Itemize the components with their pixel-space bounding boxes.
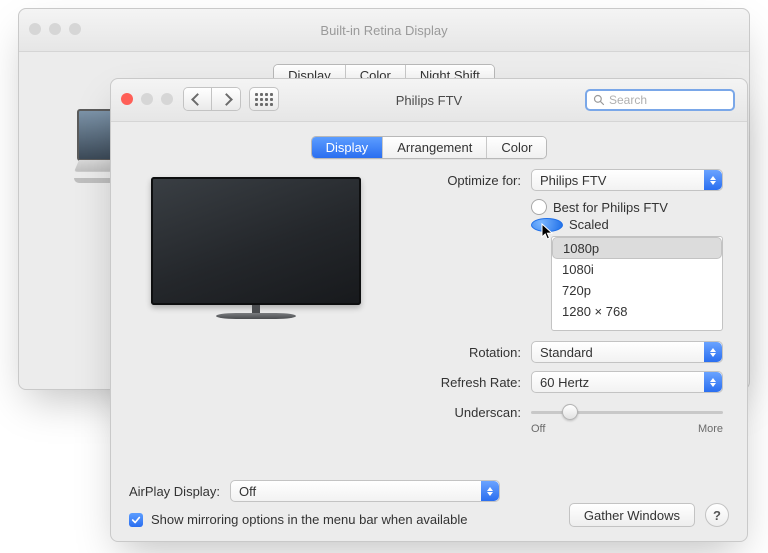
front-body: Optimize for: Philips FTV Best for Phili… — [111, 169, 747, 455]
front-tabs-row: Display Arrangement Color — [111, 122, 747, 169]
stepper-icon — [704, 170, 722, 190]
maximize-icon[interactable] — [69, 23, 81, 35]
rotation-select[interactable]: Standard — [531, 341, 723, 363]
underscan-slider[interactable]: Off More — [531, 401, 723, 423]
maximize-icon[interactable] — [161, 93, 173, 105]
chevron-right-icon — [220, 93, 233, 106]
back-window-title: Built-in Retina Display — [320, 23, 447, 38]
rotation-row: Rotation: Standard — [425, 341, 723, 363]
radio-best[interactable] — [531, 199, 547, 215]
front-segmented-control[interactable]: Display Arrangement Color — [311, 136, 548, 159]
radio-scaled-label: Scaled — [569, 217, 609, 232]
resolution-list[interactable]: 1080p 1080i 720p 1280 × 768 — [551, 236, 723, 331]
chevron-left-icon — [191, 93, 204, 106]
gather-windows-button[interactable]: Gather Windows — [569, 503, 695, 527]
refresh-select[interactable]: 60 Hertz — [531, 371, 723, 393]
minimize-icon[interactable] — [141, 93, 153, 105]
search-icon — [593, 94, 605, 106]
tv-illustration — [151, 177, 361, 319]
close-icon[interactable] — [121, 93, 133, 105]
resolution-option[interactable]: 720p — [552, 280, 722, 301]
rotation-value: Standard — [540, 345, 593, 360]
tab-arrangement[interactable]: Arrangement — [383, 137, 487, 158]
search-input[interactable] — [605, 92, 766, 108]
slider-max-label: More — [698, 423, 723, 435]
help-button[interactable]: ? — [705, 503, 729, 527]
front-traffic-lights — [121, 93, 173, 105]
underscan-row: Underscan: Off More — [425, 401, 723, 423]
front-titlebar: Philips FTV — [111, 79, 747, 122]
radio-best-label: Best for Philips FTV — [553, 200, 668, 215]
optimize-select[interactable]: Philips FTV — [531, 169, 723, 191]
close-icon[interactable] — [29, 23, 41, 35]
slider-track — [531, 411, 723, 414]
foreground-window: Philips FTV Display Arrangement Color O — [110, 78, 748, 542]
refresh-row: Refresh Rate: 60 Hertz — [425, 371, 723, 393]
slider-labels: Off More — [531, 423, 723, 435]
radio-scaled-row[interactable]: Scaled — [531, 217, 723, 232]
search-field[interactable] — [585, 89, 735, 111]
back-button[interactable] — [184, 88, 212, 110]
airplay-row: AirPlay Display: Off — [129, 480, 729, 502]
resolution-option[interactable]: 1080i — [552, 259, 722, 280]
refresh-label: Refresh Rate: — [425, 375, 531, 390]
airplay-value: Off — [239, 484, 256, 499]
slider-min-label: Off — [531, 423, 545, 435]
radio-best-row[interactable]: Best for Philips FTV — [531, 199, 723, 215]
show-all-button[interactable] — [249, 87, 279, 111]
optimize-label: Optimize for: — [425, 173, 531, 188]
back-titlebar: Built-in Retina Display — [19, 9, 749, 52]
nav-buttons — [183, 87, 241, 111]
refresh-value: 60 Hertz — [540, 375, 589, 390]
gather-windows-label: Gather Windows — [584, 508, 680, 523]
check-icon — [131, 515, 141, 525]
radio-scaled[interactable] — [531, 218, 563, 232]
resolution-option[interactable]: 1280 × 768 — [552, 301, 722, 322]
bottom-right-controls: Gather Windows ? — [569, 503, 729, 527]
tab-color[interactable]: Color — [487, 137, 546, 158]
optimize-value: Philips FTV — [540, 173, 606, 188]
back-traffic-lights — [29, 23, 81, 35]
stepper-icon — [481, 481, 499, 501]
settings-column: Optimize for: Philips FTV Best for Phili… — [425, 169, 723, 455]
airplay-label: AirPlay Display: — [129, 484, 220, 499]
tab-display[interactable]: Display — [312, 137, 384, 158]
forward-button[interactable] — [212, 88, 240, 110]
toolbar — [183, 87, 279, 111]
rotation-label: Rotation: — [425, 345, 531, 360]
front-window-title: Philips FTV — [396, 93, 462, 108]
underscan-label: Underscan: — [425, 405, 531, 420]
slider-knob[interactable] — [562, 404, 578, 420]
optimize-row: Optimize for: Philips FTV — [425, 169, 723, 191]
minimize-icon[interactable] — [49, 23, 61, 35]
airplay-select[interactable]: Off — [230, 480, 500, 502]
resolution-option[interactable]: 1080p — [552, 237, 722, 259]
grid-icon — [255, 93, 273, 106]
stepper-icon — [704, 372, 722, 392]
bottom-bar: AirPlay Display: Off Show mirroring opti… — [111, 470, 747, 541]
mirroring-checkbox[interactable] — [129, 513, 143, 527]
mirroring-label: Show mirroring options in the menu bar w… — [151, 512, 468, 527]
stepper-icon — [704, 342, 722, 362]
